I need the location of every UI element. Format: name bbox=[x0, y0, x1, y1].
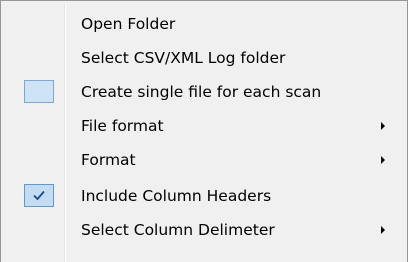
menu-item-label: Select CSV/XML Log folder bbox=[81, 49, 286, 67]
menu-item-label: Include Column Headers bbox=[81, 187, 272, 205]
menu-item-include-column-headers[interactable]: Include Column Headers bbox=[4, 181, 404, 211]
menu-item-file-format[interactable]: File format bbox=[4, 111, 404, 141]
menu-item-select-log-folder[interactable]: Select CSV/XML Log folder bbox=[4, 43, 404, 73]
menu-item-open-folder[interactable]: Open Folder bbox=[4, 9, 404, 39]
menu-item-label: Format bbox=[81, 151, 136, 169]
menu-item-label: Create single file for each scan bbox=[81, 83, 322, 101]
menu-item-select-column-delimeter[interactable]: Select Column Delimeter bbox=[4, 215, 404, 245]
menu-item-label: File format bbox=[81, 117, 164, 135]
chevron-right-icon bbox=[381, 156, 385, 164]
menu-item-label: Open Folder bbox=[81, 15, 176, 33]
chevron-right-icon bbox=[381, 122, 385, 130]
menu-item-label: Select Column Delimeter bbox=[81, 221, 275, 239]
menu-item-create-single-file[interactable]: Create single file for each scan bbox=[4, 77, 404, 107]
checkmark-icon bbox=[33, 190, 45, 201]
chevron-right-icon bbox=[381, 226, 385, 234]
checked-box bbox=[24, 184, 54, 207]
context-menu: Open Folder Select CSV/XML Log folder Cr… bbox=[0, 0, 408, 262]
unchecked-box-icon bbox=[24, 80, 54, 103]
menu-item-format[interactable]: Format bbox=[4, 145, 404, 175]
